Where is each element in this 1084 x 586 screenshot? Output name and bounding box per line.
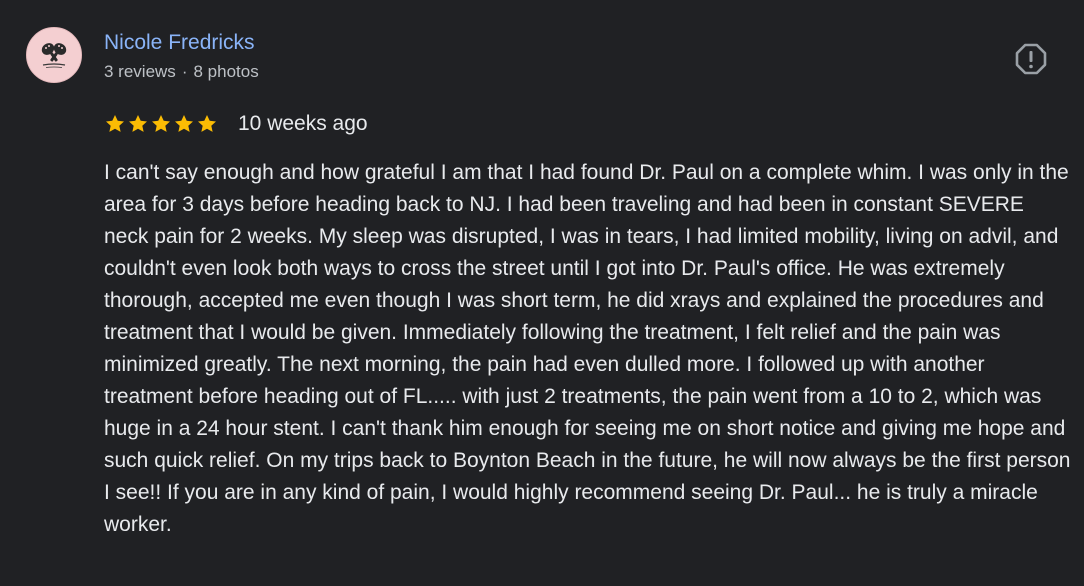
review-card: Nicole Fredricks 3 reviews · 8 photos 10 w… bbox=[0, 0, 1084, 586]
review-date: 10 weeks ago bbox=[238, 112, 368, 135]
author-review-count: 3 reviews bbox=[104, 62, 176, 81]
author-name-link[interactable]: Nicole Fredricks bbox=[104, 30, 255, 56]
author-meta: 3 reviews · 8 photos bbox=[104, 61, 259, 83]
avatar-logo-icon bbox=[27, 28, 81, 82]
author-avatar[interactable] bbox=[26, 27, 82, 83]
rating-row: 10 weeks ago bbox=[104, 110, 368, 138]
author-photo-count: 8 photos bbox=[193, 62, 259, 81]
star-icon bbox=[198, 115, 216, 132]
star-rating bbox=[104, 113, 218, 135]
review-text: I can't say enough and how grateful I am… bbox=[104, 161, 1071, 536]
star-icon bbox=[175, 115, 193, 132]
star-icon bbox=[129, 115, 147, 132]
star-icon bbox=[152, 115, 170, 132]
star-icon bbox=[106, 115, 124, 132]
report-review-button[interactable] bbox=[1014, 42, 1048, 76]
meta-separator: · bbox=[181, 62, 188, 81]
report-flag-icon bbox=[1015, 43, 1047, 75]
